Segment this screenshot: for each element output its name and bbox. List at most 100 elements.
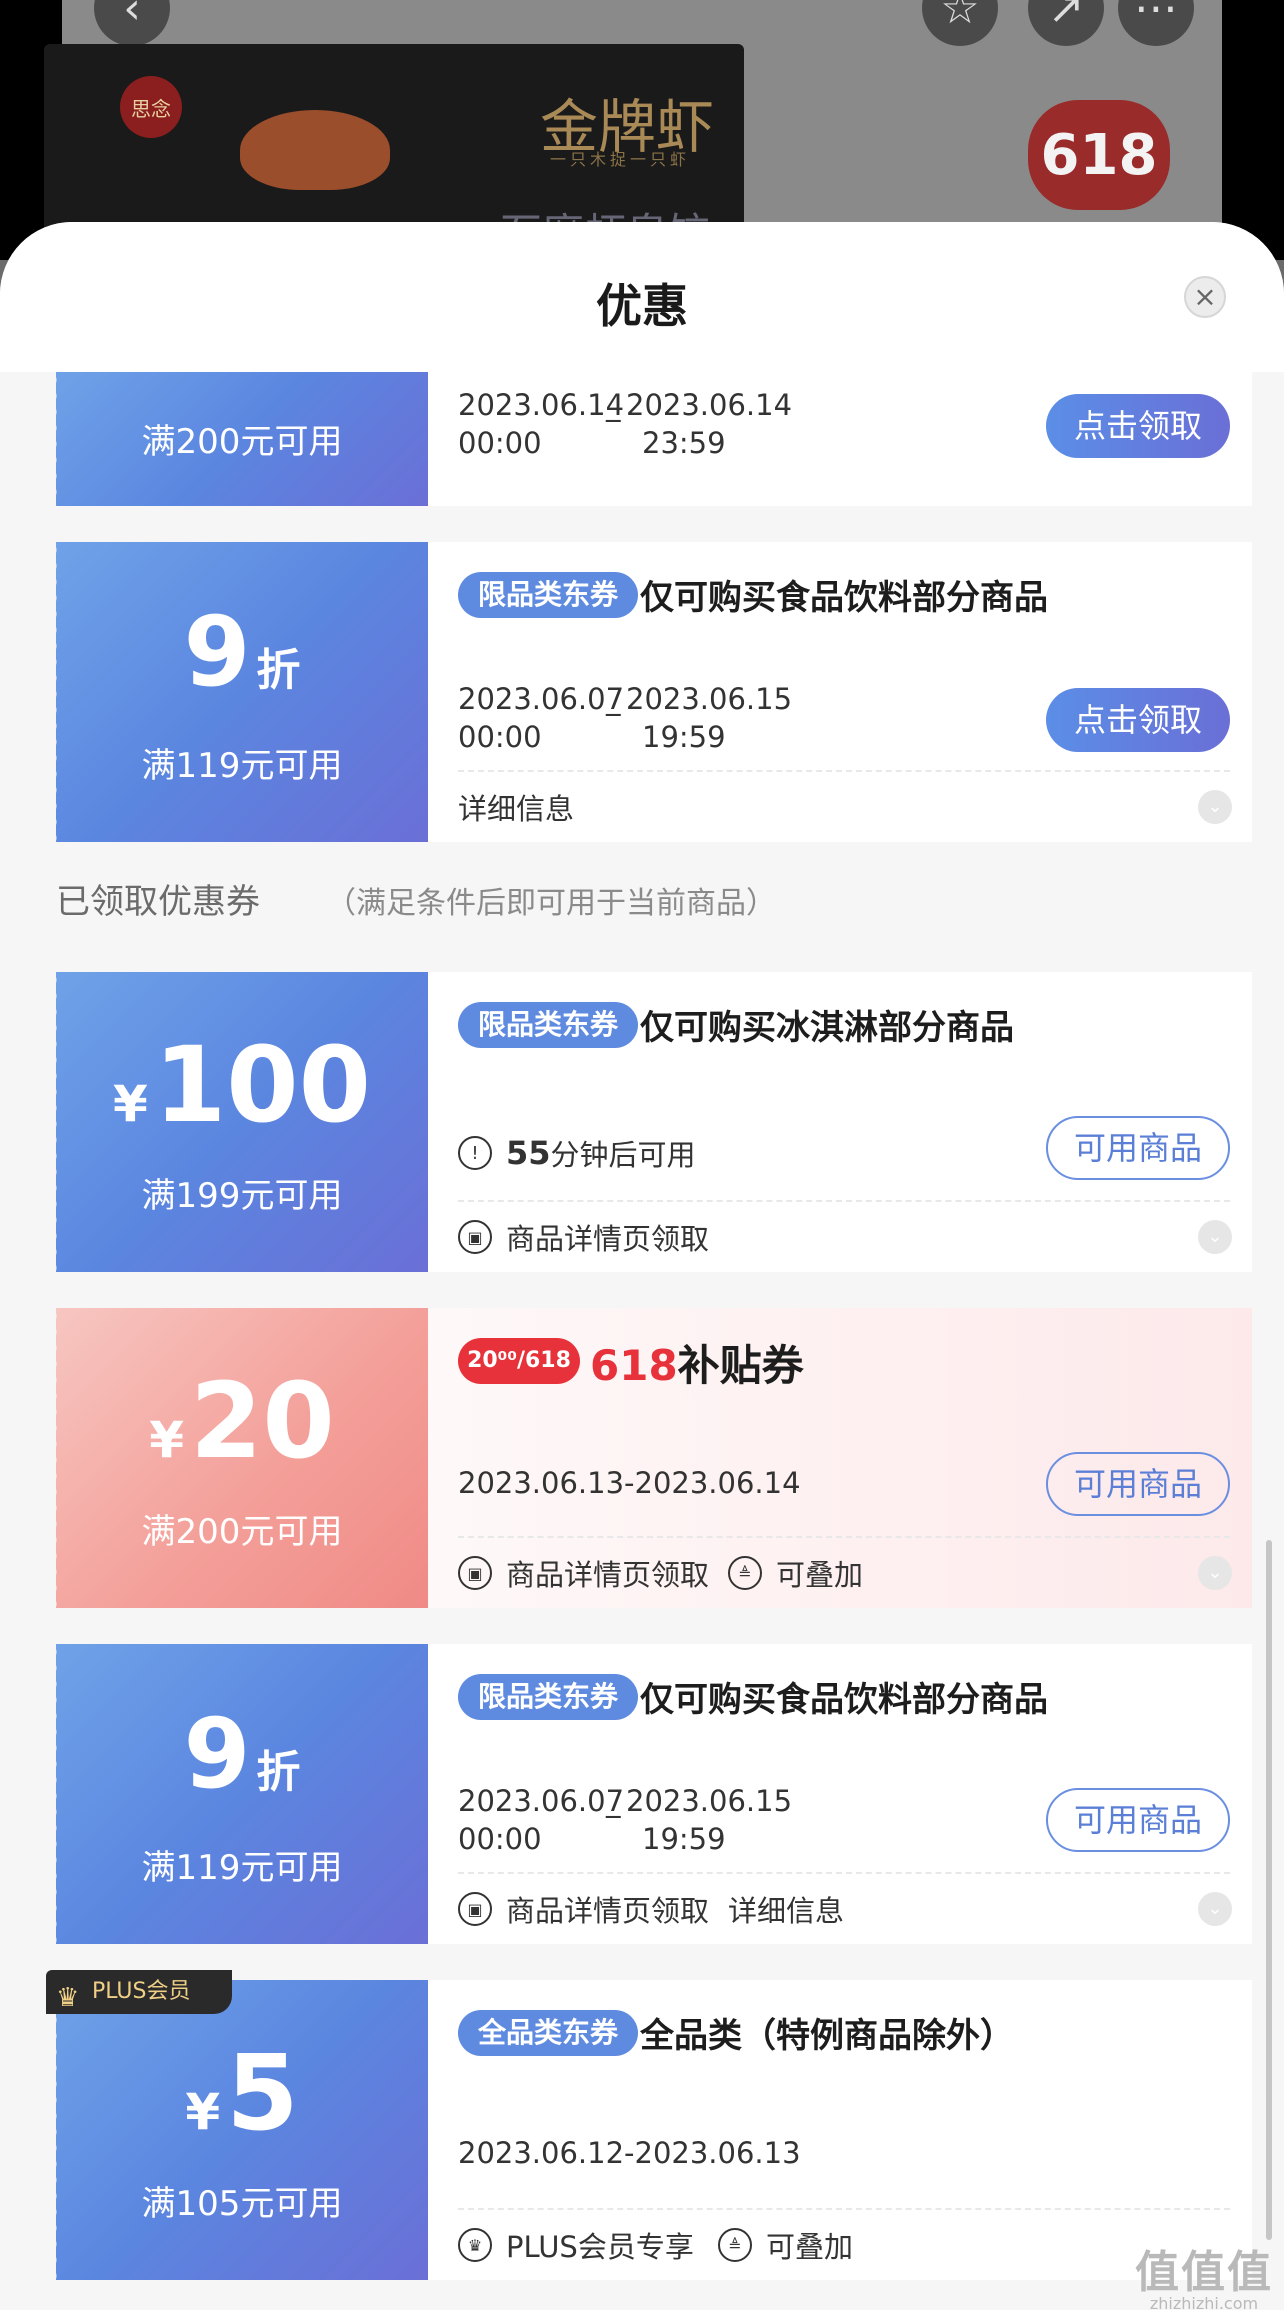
claim-button[interactable]: 点击领取 <box>1046 394 1230 458</box>
start-date: 2023.06.07 <box>458 1784 625 1818</box>
close-button[interactable]: × <box>1184 276 1226 318</box>
coupon-value-panel: 9折 满119元可用 <box>50 1644 428 1944</box>
end-date: 2023.06.15 <box>626 682 793 716</box>
watermark: 值值值 zhizhizhi.com <box>1134 2236 1274 2310</box>
ticket-icon: ▣ <box>458 1220 492 1254</box>
coupon-value-panel: 9折 满119元可用 <box>50 542 428 842</box>
coupon-info: 全品类东券 全品类（特例商品除外） 2023.06.12-2023.06.13 … <box>428 1980 1252 2280</box>
chevron-left-icon: ‹ <box>123 0 141 34</box>
coupon-card-plus: ♛ PLUS会员 ¥5 满105元可用 全品类东券 全品类（特例商品除外） 20… <box>46 1970 1252 2280</box>
start-time: 00:00 <box>458 720 542 754</box>
coupon-title: 仅可购买食品饮料部分商品 <box>640 578 1048 618</box>
date-separator: _ <box>606 682 621 716</box>
coupon-amount: ¥20 <box>56 1360 428 1482</box>
claim-button[interactable]: 点击领取 <box>1046 688 1230 752</box>
coupon-sheet: 优惠 × 满200元可用 2023.06.14 00:00 _ 2023.06.… <box>0 222 1284 2310</box>
start-date: 2023.06.14 <box>458 388 625 422</box>
coupon-amount: ¥5 <box>56 2032 428 2154</box>
coupon-condition: 满119元可用 <box>141 1848 343 1888</box>
coupon-value-panel: 满200元可用 <box>50 372 428 506</box>
coupon-value-panel: ¥20 满200元可用 <box>50 1308 428 1608</box>
coupon-amount: 9折 <box>56 596 428 708</box>
favorite-button[interactable]: ☆ <box>922 0 998 46</box>
coupon-title: 618补贴券 <box>590 1332 804 1393</box>
coupon-divider <box>458 2208 1230 2210</box>
close-icon: × <box>1193 280 1217 313</box>
crown-icon: ♛ <box>56 1983 80 2013</box>
amount-value: 100 <box>153 1024 371 1146</box>
ticket-icon: ▣ <box>458 1556 492 1590</box>
coupon-info: 限品类东券 仅可购买食品饮料部分商品 2023.06.07 00:00 _ 20… <box>428 1644 1252 1944</box>
coupon-info: 2023.06.14 00:00 _ 2023.06.14 23:59 点击领取 <box>428 372 1252 506</box>
chevron-down-icon[interactable]: ⌄ <box>1198 1556 1232 1590</box>
coupon-info: 限品类东券 仅可购买冰淇淋部分商品 ! 55 分钟后可用 可用商品 ▣ 商品详情… <box>428 972 1252 1272</box>
currency-symbol: ¥ <box>113 1075 148 1133</box>
back-button[interactable]: ‹ <box>94 0 170 46</box>
coupon-validity: 2023.06.07 00:00 _ 2023.06.15 19:59 <box>458 1782 792 1858</box>
clock-icon: ! <box>458 1136 492 1170</box>
coupon-card: 满200元可用 2023.06.14 00:00 _ 2023.06.14 23… <box>50 372 1252 506</box>
amount-value: 5 <box>226 2032 299 2154</box>
start-time: 00:00 <box>458 426 542 460</box>
amount-value: 20 <box>190 1360 335 1482</box>
coupon-validity: 2023.06.13-2023.06.14 <box>458 1466 801 1500</box>
coupon-tag: 全品类东券 <box>458 2010 639 2056</box>
source-label: 商品详情页领取 <box>506 1558 710 1592</box>
detail-info-link[interactable]: 详细信息 <box>728 1888 844 1930</box>
chevron-down-icon[interactable]: ⌄ <box>1198 790 1232 824</box>
countdown-minutes: 55 <box>506 1134 551 1172</box>
chevron-down-icon[interactable]: ⌄ <box>1198 1892 1232 1926</box>
title-subsidy: 补贴券 <box>677 1341 804 1390</box>
coupon-source: ▣ 商品详情页领取 <box>458 1552 709 1594</box>
coupon-condition: 满119元可用 <box>141 746 343 786</box>
badge-618: 20⁰⁰/618 <box>458 1338 580 1384</box>
coupon-value-panel: ¥5 满105元可用 <box>50 1980 428 2280</box>
stack-icon: ≜ <box>718 2228 752 2262</box>
crown-icon: ♛ <box>458 2228 492 2262</box>
available-products-button[interactable]: 可用商品 <box>1046 1116 1230 1180</box>
coupon-value-panel: ¥100 满199元可用 <box>50 972 428 1272</box>
source-label: 商品详情页领取 <box>506 1222 710 1256</box>
shrimp-image <box>240 110 390 190</box>
end-date-block: 2023.06.15 19:59 <box>626 680 792 756</box>
more-button[interactable]: ⋯ <box>1118 0 1194 46</box>
coupon-condition: 满199元可用 <box>141 1176 343 1216</box>
coupon-amount: ¥100 <box>56 1024 428 1146</box>
coupon-source: ▣ 商品详情页领取 <box>458 1888 709 1930</box>
discount-unit: 折 <box>256 645 301 696</box>
coupon-info: 20⁰⁰/618 618补贴券 2023.06.13-2023.06.14 可用… <box>428 1308 1252 1608</box>
watermark-url: zhizhizhi.com <box>1149 2294 1259 2310</box>
available-products-button[interactable]: 可用商品 <box>1046 1452 1230 1516</box>
coupon-source: ▣ 商品详情页领取 <box>458 1216 709 1258</box>
plus-member-badge: ♛ PLUS会员 <box>46 1970 232 2014</box>
coupon-card: 9折 满119元可用 限品类东券 仅可购买食品饮料部分商品 2023.06.07… <box>50 542 1252 842</box>
chevron-down-icon[interactable]: ⌄ <box>1198 1220 1232 1254</box>
coupon-list[interactable]: 满200元可用 2023.06.14 00:00 _ 2023.06.14 23… <box>0 372 1284 2310</box>
product-page-background: ‹ ☆ ↗ ⋯ 思念 金牌虾 一只木捉一只虾 石磨虾皇饺 618 <box>0 0 1284 260</box>
coupon-divider <box>458 1536 1230 1538</box>
promo-badge-618: 618 <box>1028 100 1170 210</box>
claimed-section-subtitle: （满足条件后即可用于当前商品） <box>326 886 776 921</box>
countdown-label: 分钟后可用 <box>550 1138 696 1172</box>
end-date: 2023.06.14 <box>626 388 793 422</box>
stackable-info: ≜ 可叠加 <box>728 1552 863 1594</box>
coupon-amount: 9折 <box>56 1698 428 1810</box>
end-date-block: 2023.06.15 19:59 <box>626 1782 792 1858</box>
source-label: 商品详情页领取 <box>506 1894 710 1928</box>
coupon-title: 全品类（特例商品除外） <box>640 2016 1014 2056</box>
detail-info-link[interactable]: 详细信息 <box>458 786 574 828</box>
coupon-condition: 满200元可用 <box>141 422 343 462</box>
end-date: 2023.06.15 <box>626 1784 793 1818</box>
end-time: 19:59 <box>642 1822 726 1856</box>
coupon-validity: 2023.06.12-2023.06.13 <box>458 2136 801 2170</box>
share-button[interactable]: ↗ <box>1028 0 1104 46</box>
coupon-card-618: ¥20 满200元可用 20⁰⁰/618 618补贴券 2023.06.13-2… <box>50 1308 1252 1608</box>
ticket-icon: ▣ <box>458 1892 492 1926</box>
coupon-divider <box>458 1872 1230 1874</box>
sheet-header: 优惠 × <box>0 222 1284 372</box>
available-products-button[interactable]: 可用商品 <box>1046 1788 1230 1852</box>
start-time: 00:00 <box>458 1822 542 1856</box>
claimed-section-title: 已领取优惠券 <box>56 882 260 922</box>
scrollbar[interactable] <box>1266 1540 1272 2240</box>
coupon-validity: 2023.06.07 00:00 _ 2023.06.15 19:59 <box>458 680 792 756</box>
